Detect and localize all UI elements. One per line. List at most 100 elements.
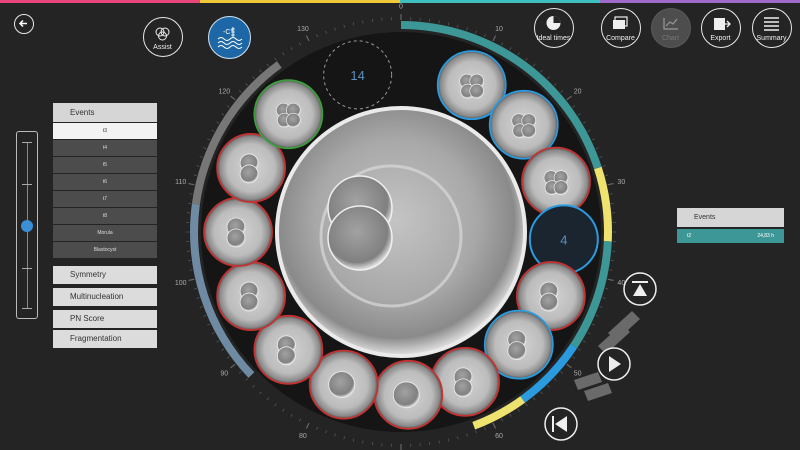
events-panel: Events t3 t4 t5 t6 t7 t8 Morula Blastocyst bbox=[53, 103, 157, 258]
dial-tick bbox=[188, 182, 195, 186]
empty-well[interactable] bbox=[323, 40, 393, 110]
embryo-well[interactable] bbox=[216, 261, 287, 331]
embryo-cell bbox=[276, 335, 296, 355]
embryo-well[interactable] bbox=[430, 346, 500, 417]
dial-tick bbox=[316, 34, 318, 38]
dial-tick bbox=[343, 24, 345, 28]
embryo-well[interactable] bbox=[488, 89, 559, 160]
dial-tick bbox=[475, 430, 477, 434]
embryo-well[interactable] bbox=[253, 79, 324, 150]
fragmentation-button[interactable]: Fragmentation bbox=[53, 330, 157, 348]
multinucleation-button[interactable]: Multinucleation bbox=[53, 288, 157, 306]
score-model-button[interactable]: -C° bbox=[208, 16, 251, 59]
dial-tick bbox=[325, 30, 327, 34]
embryo-cell bbox=[459, 73, 475, 89]
embryo-well[interactable] bbox=[373, 359, 444, 430]
dial-tick bbox=[599, 156, 603, 158]
event-item[interactable]: Blastocyst bbox=[53, 242, 157, 258]
blastomere bbox=[327, 175, 393, 241]
dial-tick bbox=[362, 440, 364, 444]
step-back-chevrons-icon[interactable] bbox=[598, 311, 640, 354]
dial-label: 50 bbox=[574, 370, 582, 377]
dish-background bbox=[201, 32, 601, 432]
dial-tick bbox=[554, 83, 557, 86]
table-row[interactable]: t2 24,83 h bbox=[677, 229, 784, 243]
main-embryo-view[interactable] bbox=[279, 110, 523, 354]
play-icon[interactable] bbox=[597, 347, 631, 381]
dial-tick bbox=[591, 138, 595, 141]
ideal-times-button[interactable]: Ideal times bbox=[534, 8, 574, 48]
embryo-cell bbox=[511, 113, 527, 129]
dial-tick bbox=[466, 27, 468, 31]
selected-well[interactable] bbox=[528, 204, 599, 275]
ideal-times-label: Ideal times bbox=[536, 35, 571, 42]
zoom-slider[interactable] bbox=[16, 131, 38, 319]
dial-tick bbox=[509, 47, 512, 51]
dial-tick bbox=[447, 22, 450, 26]
annotated-events-header: Events bbox=[677, 208, 784, 227]
dial-tick bbox=[560, 371, 564, 374]
dial-tick bbox=[466, 433, 468, 437]
embryo-well[interactable] bbox=[515, 261, 586, 331]
event-item[interactable]: t6 bbox=[53, 174, 157, 190]
embryo-well[interactable] bbox=[521, 146, 591, 217]
dial-tick bbox=[305, 422, 310, 429]
embryo-cell bbox=[507, 341, 527, 361]
embryo-well[interactable] bbox=[253, 314, 324, 385]
event-item[interactable]: t3 bbox=[53, 123, 157, 139]
dial-label: 130 bbox=[297, 26, 309, 33]
dial-tick bbox=[438, 20, 440, 24]
embryo-cell bbox=[453, 367, 473, 387]
embryo-well[interactable] bbox=[308, 349, 379, 420]
embryo-cell bbox=[239, 292, 259, 312]
summary-button[interactable]: Summary bbox=[752, 8, 792, 48]
dial-tick bbox=[609, 269, 613, 271]
export-button[interactable]: Export bbox=[701, 8, 741, 48]
dial-tick bbox=[274, 57, 277, 61]
dial-tick bbox=[532, 397, 536, 401]
embryo-well[interactable] bbox=[203, 197, 273, 267]
dial-tick bbox=[189, 269, 193, 271]
dial-tick bbox=[211, 332, 215, 335]
embryo-well[interactable] bbox=[436, 50, 507, 121]
compare-button[interactable]: Compare bbox=[601, 8, 641, 48]
dial-tick bbox=[188, 278, 195, 282]
event-item[interactable]: t8 bbox=[53, 208, 157, 224]
event-item[interactable]: Morula bbox=[53, 225, 157, 241]
dial-tick bbox=[532, 63, 536, 67]
dial-tick bbox=[602, 165, 606, 167]
slider-tick bbox=[22, 142, 32, 143]
dial-tick bbox=[193, 174, 197, 176]
event-item[interactable]: t5 bbox=[53, 157, 157, 173]
embryo-cell bbox=[460, 83, 476, 99]
dial-label: 100 bbox=[175, 280, 187, 287]
dial-tick bbox=[252, 76, 255, 79]
embryo-well[interactable] bbox=[216, 133, 287, 203]
go-last-icon[interactable] bbox=[544, 407, 578, 441]
back-button[interactable] bbox=[14, 14, 34, 34]
slider-thumb[interactable] bbox=[21, 220, 33, 232]
dial-tick bbox=[582, 340, 586, 343]
assist-button[interactable]: Assist bbox=[143, 17, 183, 57]
dial-tick bbox=[572, 356, 576, 359]
event-item[interactable]: t4 bbox=[53, 140, 157, 156]
event-item[interactable]: t7 bbox=[53, 191, 157, 207]
top-color-strip bbox=[0, 0, 800, 3]
dial-tick bbox=[525, 57, 528, 61]
dial-label: 90 bbox=[220, 370, 228, 377]
dial-tick bbox=[352, 22, 355, 26]
symmetry-button[interactable]: Symmetry bbox=[53, 266, 157, 284]
dial-tick bbox=[221, 348, 225, 351]
dial-tick bbox=[305, 35, 310, 42]
graph-button-disabled[interactable]: Chart bbox=[651, 8, 691, 48]
embryo-well[interactable] bbox=[483, 309, 554, 380]
dial-tick bbox=[203, 315, 207, 317]
dial-tick bbox=[587, 332, 591, 335]
dial-tick bbox=[525, 403, 528, 407]
pn-score-button[interactable]: PN Score bbox=[53, 310, 157, 328]
events-header[interactable]: Events bbox=[53, 103, 157, 122]
dial-tick bbox=[540, 391, 543, 395]
slider-tick bbox=[22, 308, 32, 309]
well-number: 4 bbox=[560, 232, 567, 247]
go-first-icon[interactable] bbox=[623, 272, 657, 306]
